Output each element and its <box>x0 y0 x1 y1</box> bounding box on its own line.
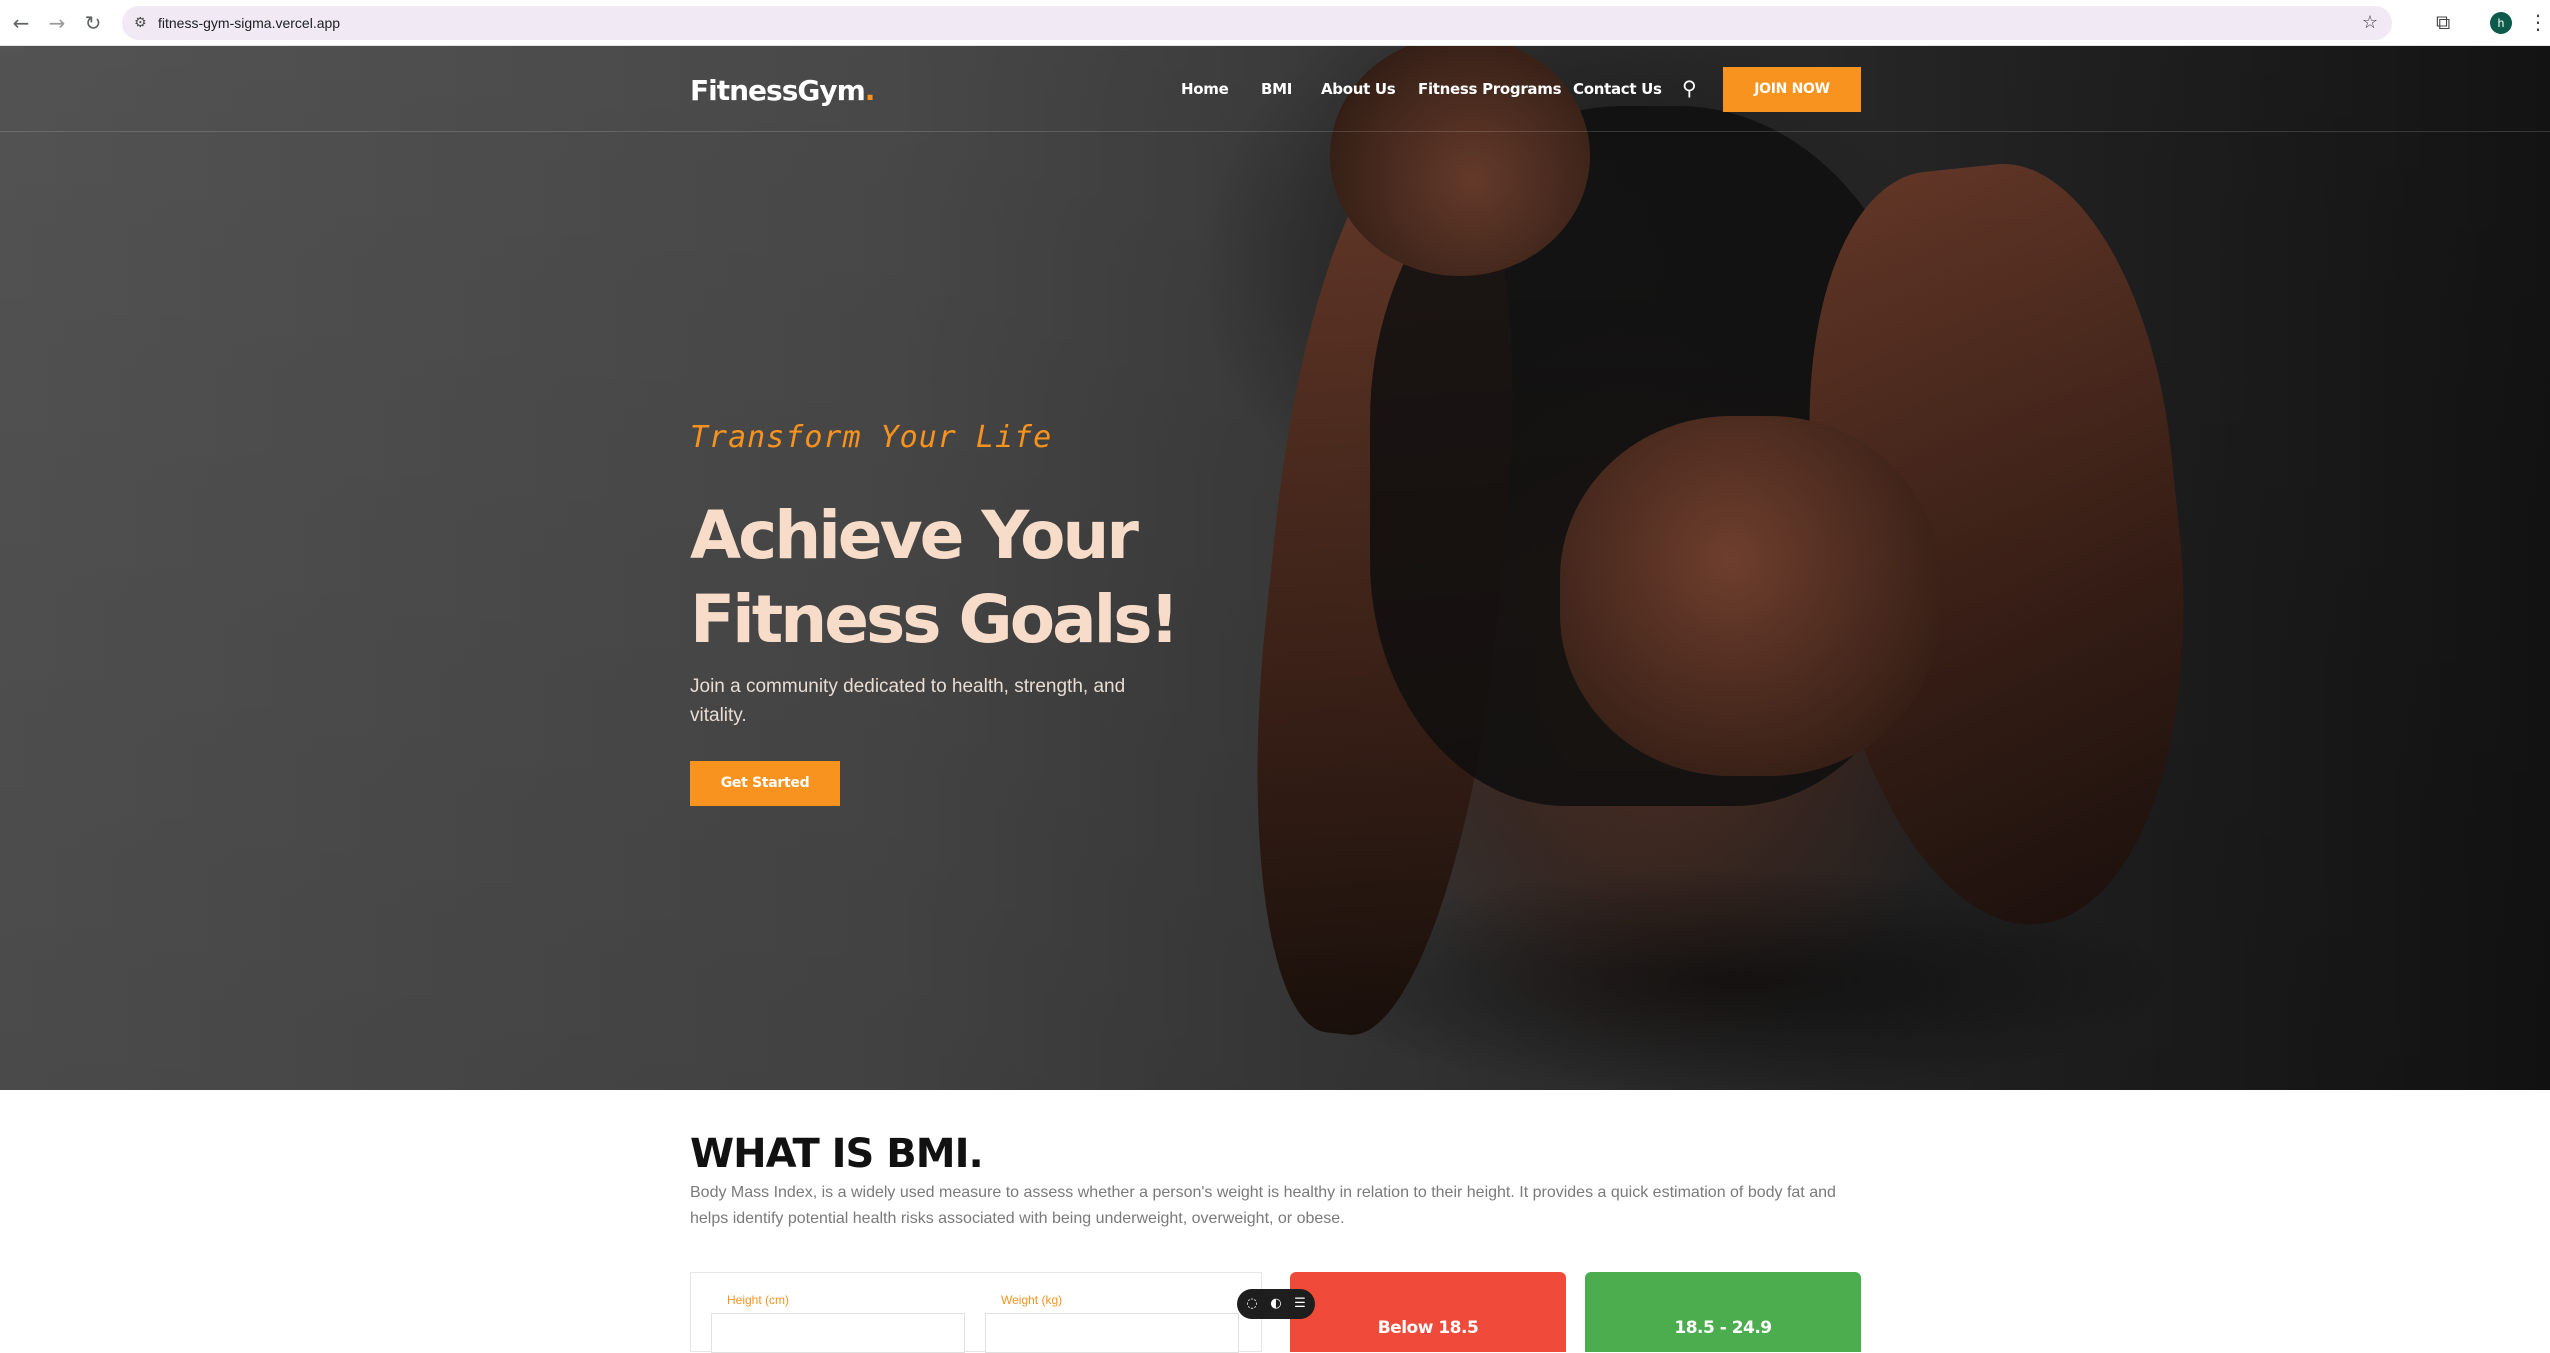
bmi-range-underweight: Below 18.5 <box>1290 1272 1566 1352</box>
weight-label: Weight (kg) <box>1001 1293 1063 1307</box>
height-input[interactable] <box>711 1313 965 1353</box>
logo-dot: . <box>864 74 876 107</box>
browser-toolbar: ← → ↻ ⚙ fitness-gym-sigma.vercel.app ☆ ⧉… <box>0 0 2550 46</box>
hero-section: FitnessGym. Home BMI About Us Fitness Pr… <box>0 46 2550 1090</box>
menu-icon[interactable]: ☰ <box>1289 1293 1311 1315</box>
nav-contact-us[interactable]: Contact Us <box>1573 80 1662 98</box>
get-started-button[interactable]: Get Started <box>690 761 840 806</box>
site-logo[interactable]: FitnessGym. <box>690 74 876 107</box>
nav-about-us[interactable]: About Us <box>1321 80 1396 98</box>
hero-headline: Achieve Your Fitness Goals! <box>690 494 1450 662</box>
site-info-icon[interactable]: ⚙ <box>134 14 152 32</box>
forward-arrow-icon[interactable]: → <box>44 10 70 36</box>
comment-icon[interactable]: ◌ <box>1241 1293 1263 1315</box>
floating-toolbar: ◌ ◐ ☰ <box>1237 1289 1315 1319</box>
extensions-icon[interactable]: ⧉ <box>2436 10 2450 34</box>
bmi-form: Height (cm) Weight (kg) <box>690 1272 1262 1353</box>
weight-input[interactable] <box>985 1313 1239 1353</box>
search-icon[interactable]: ⚲ <box>1682 76 1697 100</box>
bookmark-star-icon[interactable]: ☆ <box>2362 12 2378 33</box>
hero-tagline: Transform Your Life <box>690 420 1053 455</box>
hero-headline-line2: Fitness Goals! <box>690 581 1180 658</box>
nav-home[interactable]: Home <box>1181 80 1229 98</box>
height-label: Height (cm) <box>727 1293 790 1307</box>
bmi-range-normal: 18.5 - 24.9 <box>1585 1272 1861 1352</box>
address-url[interactable]: fitness-gym-sigma.vercel.app <box>158 15 340 31</box>
header-divider <box>0 131 2550 132</box>
reload-icon[interactable]: ↻ <box>80 10 106 36</box>
hero-subtext: Join a community dedicated to health, st… <box>690 676 1126 726</box>
logo-text: FitnessGym <box>690 74 866 107</box>
back-arrow-icon[interactable]: ← <box>8 10 34 36</box>
bmi-title: WHAT IS BMI. <box>690 1131 984 1177</box>
profile-avatar[interactable]: h <box>2490 12 2512 34</box>
bmi-description: Body Mass Index, is a widely used measur… <box>690 1184 1836 1227</box>
address-bar[interactable]: ⚙ fitness-gym-sigma.vercel.app ☆ <box>122 6 2392 40</box>
nav-bmi[interactable]: BMI <box>1261 80 1292 98</box>
hero-headline-line1: Achieve Your <box>690 497 1139 574</box>
browser-menu-icon[interactable]: ⋮ <box>2528 10 2548 34</box>
join-now-button[interactable]: JOIN NOW <box>1723 67 1861 112</box>
toggle-icon[interactable]: ◐ <box>1265 1293 1287 1315</box>
nav-fitness-programs[interactable]: Fitness Programs <box>1418 80 1562 98</box>
